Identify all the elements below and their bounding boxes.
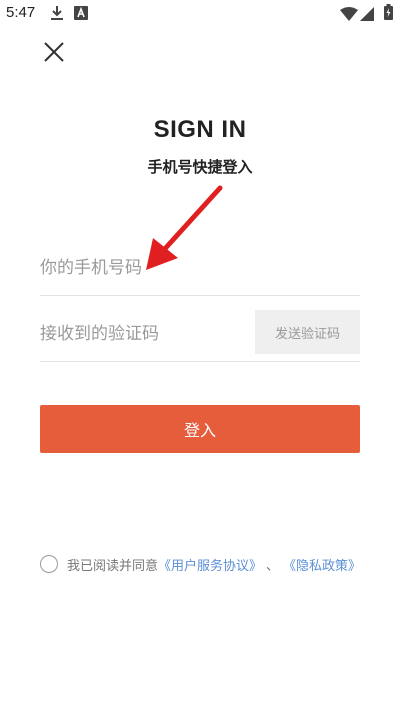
agreement-row: 我已阅读并同意 《用户服务协议》 、 《隐私政策》 [40,553,370,575]
verification-code-field: 发送验证码 [40,306,360,362]
verification-code-input[interactable] [40,306,245,361]
phone-input[interactable] [40,240,360,295]
status-bar: 5:47 [0,0,400,26]
page-title: SIGN IN [153,116,247,143]
download-icon [50,5,64,25]
agreement-separator: 、 [266,558,280,574]
privacy-policy-link[interactable]: 《隐私政策》 [283,555,361,574]
page-subtitle: 手机号快捷登入 [147,158,253,176]
user-agreement-link[interactable]: 《用户服务协议》 [158,555,262,574]
status-time: 5:47 [6,4,36,21]
agreement-prefix: 我已阅读并同意 [67,558,159,574]
phone-field [40,240,360,296]
send-code-button[interactable]: 发送验证码 [255,310,360,354]
wifi-icon [340,6,358,25]
login-button[interactable]: 登入 [40,405,360,453]
battery-charging-icon [384,4,393,24]
close-icon [44,42,64,62]
a-notification-icon [74,5,88,24]
close-button[interactable] [40,38,68,66]
signal-icon [360,6,374,25]
agreement-radio[interactable] [40,555,58,573]
